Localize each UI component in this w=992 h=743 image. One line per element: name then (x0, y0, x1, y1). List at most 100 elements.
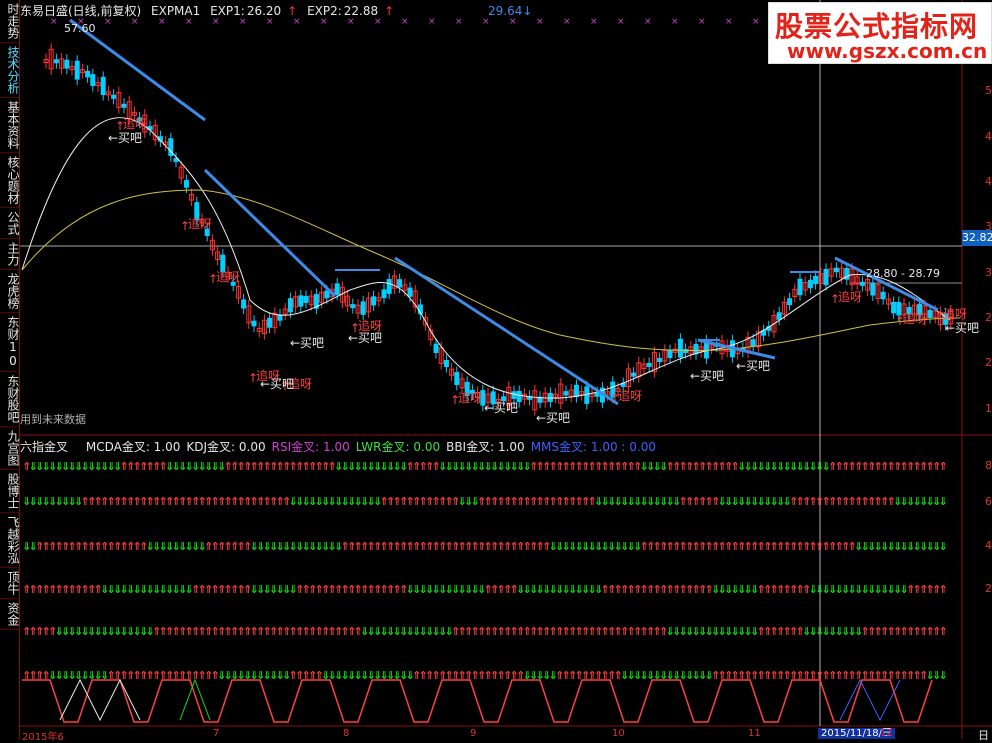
site-watermark: 股票公式指标网 www.gszx.com.cn (768, 2, 992, 64)
exp2-value: 22.88 (343, 4, 379, 18)
candle-body (797, 278, 803, 296)
chase-label: 追呀 (123, 116, 147, 131)
buy-label: ←买吧 (260, 377, 294, 391)
price-axis-label: 5 (985, 84, 992, 97)
candle-body (324, 290, 330, 299)
sidebar-item-s4[interactable]: 公式 (0, 208, 20, 239)
watermark-url: www.gszx.com.cn (787, 39, 988, 63)
sidebar-item-s11[interactable]: 飞越彩泓 (0, 513, 20, 568)
signal-marker: × (617, 17, 625, 27)
buy-label: ←买吧 (290, 336, 324, 350)
sidebar-item-s8[interactable]: 东财股吧 (0, 372, 20, 427)
down-arrow-icon: ⇓ (939, 495, 948, 508)
x-axis-label: 12 (880, 728, 893, 739)
chart-header: 东易日盛(日线,前复权) EXPMA1 EXP1: 26.20 ↑ EXP2: 22.… (20, 2, 538, 19)
candle-body (833, 267, 839, 273)
oscillator-line (22, 679, 933, 723)
x-axis-label: 8 (343, 728, 350, 739)
candle-body (573, 384, 579, 398)
candle-body (407, 287, 413, 297)
chase-label: 追呀 (903, 311, 927, 326)
candlestick-chart[interactable]: ↑追呀↑追呀↑追呀↑追呀↑追呀↑追呀↑追呀 ↑追呀↑追呀↑追呀 ↑追呀←买吧←买吧 ←… (20, 0, 992, 739)
chase-label: 追呀 (216, 269, 240, 284)
candle-body (277, 314, 283, 321)
sidebar-item-s3[interactable]: 核心题材 (0, 153, 20, 208)
candle-body (927, 309, 933, 318)
price-axis-label: 3 (985, 220, 992, 233)
signal-marker: × (725, 17, 733, 27)
sidebar-item-s6[interactable]: 龙虎榜 (0, 270, 20, 313)
price-axis-label: 4 (985, 130, 992, 143)
up-arrow-icon: ⇑ (939, 625, 948, 638)
candle-body (386, 279, 392, 294)
candle-body (303, 295, 309, 303)
exp1-value: 26.20 (246, 4, 282, 18)
sub-axis-label: 6 (985, 495, 992, 508)
candle-body (563, 391, 569, 396)
up-arrow-icon: ↑ (287, 4, 298, 18)
sidebar-item-s12[interactable]: 顶牛 (0, 568, 20, 599)
up-arrow-icon: ⇑ (939, 583, 948, 596)
chase-label: 追呀 (188, 216, 212, 231)
sidebar-item-s7[interactable]: 东财10 (0, 313, 20, 372)
candle-body (267, 317, 273, 328)
buy-label: ←买吧 (945, 321, 979, 335)
buy-label: ←买吧 (348, 331, 382, 345)
sub-axis-label: 8 (985, 459, 992, 472)
candle-body (183, 180, 189, 188)
candle-body (334, 283, 340, 295)
candle-body (813, 275, 819, 285)
candle-body (870, 282, 876, 296)
main-chart-area: ↑ 追呀 ↑ 追呀 ↑ 追呀 ↑ 追呀 ↑ 追呀 ↑ 追呀 ↑ 追呀 ↑ 追呀 ↑ 追呀 ↑ 追呀 ↑ 追呀 ←买吧 ←买吧 ←… (20, 0, 992, 743)
candle-body (454, 372, 460, 385)
candle-body (750, 339, 756, 347)
candle-body (631, 372, 637, 377)
exp1-label: EXP1: (210, 4, 245, 18)
price-axis-label: 1 (985, 402, 992, 415)
x-axis-label: 10 (612, 728, 625, 739)
sub-axis-label: 2 (985, 582, 992, 595)
x-axis-label: 2015年6 (22, 732, 64, 743)
candle-body (787, 298, 793, 306)
range-label: 28.80 - 28.79 (866, 267, 940, 280)
sidebar-item-s2[interactable]: 基本资料 (0, 98, 20, 153)
x-axis-label: 11 (748, 728, 761, 739)
sub-header: 六指金叉 MCDA金叉: 1.00 KDJ金叉: 0.00 RSI金叉: 1.00 L… (20, 438, 662, 455)
candle-body (371, 296, 377, 306)
sidebar-item-s9[interactable]: 九宫图 (0, 427, 20, 470)
up-arrow-icon: ↑ (384, 4, 395, 18)
buy-label: ←买吧 (108, 131, 142, 145)
sub-item-5: MMS金叉: 1.00 : 0.00 (530, 440, 656, 454)
candle-body (397, 279, 403, 288)
candle-body (891, 301, 897, 314)
extra-value: 29.64 (488, 4, 523, 18)
candle-body (657, 358, 663, 363)
x-axis-right-label: 日 (978, 729, 989, 742)
exp1-line (21, 117, 951, 399)
price-axis-label: 2 (985, 311, 992, 324)
exp2-line (21, 189, 961, 351)
candle-body (880, 291, 886, 300)
sub-item-1: KDJ金叉: 0.00 (186, 440, 266, 454)
candle-body (381, 289, 387, 299)
stock-title: 东易日盛(日线,前复权) (20, 4, 142, 18)
buy-label: ←买吧 (484, 401, 518, 415)
candle-body (85, 70, 91, 78)
exp2-label: EXP2: (307, 4, 342, 18)
sub-item-4: BBI金叉: 1.00 (446, 440, 525, 454)
sidebar-item-s10[interactable]: 股博士 (0, 470, 20, 513)
candle-body (74, 60, 80, 80)
trend-line (69, 18, 206, 122)
candle-body (443, 359, 449, 368)
future-data-note: 用到未来数据 (20, 413, 86, 426)
buy-label: ←买吧 (536, 411, 570, 425)
buy-label: ←买吧 (690, 369, 724, 383)
signal-marker: × (644, 17, 652, 27)
sidebar-item-s0[interactable]: 时走势 (0, 0, 20, 43)
sidebar-item-s1[interactable]: 技术分析 (0, 43, 20, 98)
sub-title: 六指金叉 (20, 440, 69, 454)
candle-body (776, 312, 782, 320)
sidebar-item-s13[interactable]: 资金 (0, 599, 20, 630)
sidebar-item-s5[interactable]: 主力 (0, 239, 20, 270)
chase-label: 追呀 (458, 390, 482, 405)
